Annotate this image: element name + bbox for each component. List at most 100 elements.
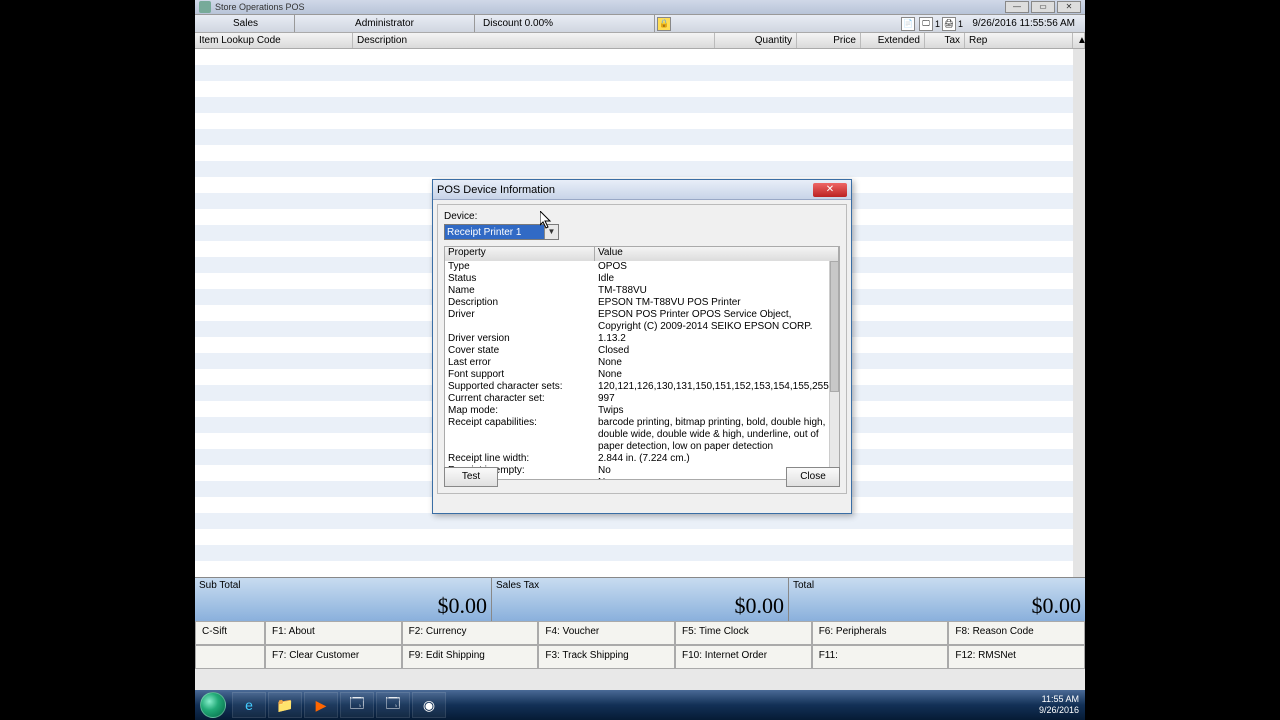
task-app1-icon[interactable]: 🗔 <box>340 692 374 718</box>
fkey-f4[interactable]: F4: Voucher <box>538 621 675 645</box>
app-title: Store Operations POS <box>215 2 305 12</box>
property-row[interactable]: Receipt line width:2.844 in. (7.224 cm.) <box>445 453 839 465</box>
property-value: barcode printing, bitmap printing, bold,… <box>598 417 836 453</box>
property-name: Map mode: <box>448 405 598 417</box>
app-icon <box>199 1 211 13</box>
property-scrollbar[interactable] <box>829 261 839 479</box>
property-row[interactable]: TypeOPOS <box>445 261 839 273</box>
dialog-close-button[interactable]: ✕ <box>813 183 847 197</box>
col-tax[interactable]: Tax <box>925 33 965 48</box>
close-button[interactable]: Close <box>786 467 840 487</box>
property-row[interactable]: NameTM-T88VU <box>445 285 839 297</box>
minimize-button[interactable]: — <box>1005 1 1029 13</box>
mode-cell[interactable]: Sales <box>197 15 295 32</box>
chevron-down-icon[interactable]: ▼ <box>544 225 558 239</box>
device-select[interactable]: Receipt Printer 1 ▼ <box>444 224 559 240</box>
dialog-titlebar[interactable]: POS Device Information ✕ <box>433 180 851 200</box>
ie-icon[interactable]: e <box>232 692 266 718</box>
property-row[interactable]: DriverEPSON POS Printer OPOS Service Obj… <box>445 309 839 333</box>
total-label: Total <box>793 580 814 591</box>
receipt-icon[interactable]: 📄 <box>901 17 915 31</box>
property-name: Receipt line width: <box>448 453 598 465</box>
property-name: Description <box>448 297 598 309</box>
system-tray[interactable]: 11:55 AM 9/26/2016 <box>1033 694 1085 716</box>
function-keys: C-Sift F1: About F2: Currency F4: Vouche… <box>195 621 1085 669</box>
property-name: Name <box>448 285 598 297</box>
property-row[interactable]: Driver version1.13.2 <box>445 333 839 345</box>
salestax-box: Sales Tax $0.00 <box>492 578 789 621</box>
subtotal-value: $0.00 <box>438 593 488 619</box>
property-row[interactable]: StatusIdle <box>445 273 839 285</box>
lock-icon[interactable]: 🔒 <box>657 17 671 31</box>
fkey-f8[interactable]: F8: Reason Code <box>948 621 1085 645</box>
property-value: Idle <box>598 273 836 285</box>
property-row[interactable]: Font supportNone <box>445 369 839 381</box>
property-value: None <box>598 369 836 381</box>
property-row[interactable]: Receipt capabilities:barcode printing, b… <box>445 417 839 453</box>
title-bar: Store Operations POS — ▭ ✕ <box>195 0 1085 15</box>
windows-icon <box>200 692 226 718</box>
property-grid-body[interactable]: TypeOPOSStatusIdleNameTM-T88VUDescriptio… <box>445 261 839 479</box>
close-button[interactable]: ✕ <box>1057 1 1081 13</box>
fkey-f1[interactable]: F1: About <box>265 621 402 645</box>
fkey-f9[interactable]: F9: Edit Shipping <box>402 645 539 669</box>
property-row[interactable]: Last errorNone <box>445 357 839 369</box>
device-info-dialog: POS Device Information ✕ Device: Receipt… <box>432 179 852 514</box>
property-row[interactable]: Current character set:997 <box>445 393 839 405</box>
col-property[interactable]: Property <box>445 247 595 261</box>
property-value: Closed <box>598 345 836 357</box>
fkey-f11[interactable]: F11: <box>812 645 949 669</box>
property-row[interactable]: Cover stateClosed <box>445 345 839 357</box>
fkey-f7[interactable]: F7: Clear Customer <box>265 645 402 669</box>
test-button[interactable]: Test <box>444 467 498 487</box>
display-icon[interactable]: 🖵 <box>919 17 933 31</box>
col-description[interactable]: Description <box>353 33 715 48</box>
col-value[interactable]: Value <box>595 247 839 261</box>
property-row[interactable]: DescriptionEPSON TM-T88VU POS Printer <box>445 297 839 309</box>
col-item-lookup[interactable]: Item Lookup Code <box>195 33 353 48</box>
user-cell[interactable]: Administrator <box>295 15 475 32</box>
fkey-f12[interactable]: F12: RMSNet <box>948 645 1085 669</box>
property-row[interactable]: Supported character sets:120,121,126,130… <box>445 381 839 393</box>
col-rep[interactable]: Rep <box>965 33 1073 48</box>
media-icon[interactable]: ▶ <box>304 692 338 718</box>
printer-icon[interactable]: 🖨 <box>942 17 956 31</box>
col-price[interactable]: Price <box>797 33 861 48</box>
fkey-f6[interactable]: F6: Peripherals <box>812 621 949 645</box>
discount-cell[interactable]: Discount 0.00% <box>475 15 655 32</box>
property-value: 1.13.2 <box>598 333 836 345</box>
fkey-blank <box>195 645 265 669</box>
fkey-f3[interactable]: F3: Track Shipping <box>538 645 675 669</box>
property-name: Cover state <box>448 345 598 357</box>
total-value: $0.00 <box>1032 593 1082 619</box>
grid-scrollbar-head[interactable]: ▲ <box>1073 33 1085 48</box>
property-value: OPOS <box>598 261 836 273</box>
fkey-f10[interactable]: F10: Internet Order <box>675 645 812 669</box>
maximize-button[interactable]: ▭ <box>1031 1 1055 13</box>
property-name: Last error <box>448 357 598 369</box>
taskbar: e 📁 ▶ 🗔 🗔 ◉ 11:55 AM 9/26/2016 <box>195 690 1085 720</box>
col-quantity[interactable]: Quantity <box>715 33 797 48</box>
task-app2-icon[interactable]: 🗔 <box>376 692 410 718</box>
explorer-icon[interactable]: 📁 <box>268 692 302 718</box>
property-name: Driver version <box>448 333 598 345</box>
tray-date: 9/26/2016 <box>1039 705 1079 716</box>
chrome-icon[interactable]: ◉ <box>412 692 446 718</box>
fkey-f2[interactable]: F2: Currency <box>402 621 539 645</box>
fkey-f5[interactable]: F5: Time Clock <box>675 621 812 645</box>
property-name: Type <box>448 261 598 273</box>
property-value: 2.844 in. (7.224 cm.) <box>598 453 836 465</box>
property-value: None <box>598 357 836 369</box>
start-button[interactable] <box>195 690 231 720</box>
salestax-label: Sales Tax <box>496 580 539 591</box>
dialog-body: Device: Receipt Printer 1 ▼ Property Val… <box>437 204 847 494</box>
device-label: Device: <box>444 211 840 222</box>
col-extended[interactable]: Extended <box>861 33 925 48</box>
window-controls: — ▭ ✕ <box>1005 1 1081 13</box>
property-name: Status <box>448 273 598 285</box>
property-grid: Property Value TypeOPOSStatusIdleNameTM-… <box>444 246 840 480</box>
property-name: Supported character sets: <box>448 381 598 393</box>
property-row[interactable]: Map mode:Twips <box>445 405 839 417</box>
fkey-csift[interactable]: C-Sift <box>195 621 265 645</box>
property-name: Current character set: <box>448 393 598 405</box>
